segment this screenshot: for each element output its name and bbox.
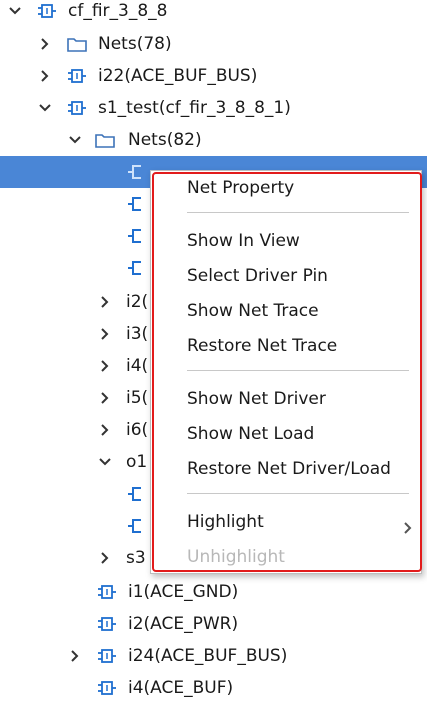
- tree-row-i24[interactable]: i24(ACE_BUF_BUS): [0, 640, 427, 672]
- module-icon: [96, 646, 118, 666]
- tree-label: i24(ACE_BUF_BUS): [128, 646, 288, 666]
- tree-label: i2(: [126, 292, 149, 312]
- net-icon: [126, 516, 148, 536]
- chevron-right-icon[interactable]: [94, 419, 116, 441]
- tree-row-i2-pwr[interactable]: i2(ACE_PWR): [0, 608, 427, 640]
- tree-row-nets-82[interactable]: Nets(82): [0, 124, 427, 156]
- tree-row-s1-test[interactable]: s1_test(cf_fir_3_8_8_1): [0, 92, 427, 124]
- chevron-down-icon[interactable]: [34, 97, 56, 119]
- chevron-down-icon[interactable]: [4, 0, 26, 22]
- menu-separator: [187, 370, 409, 371]
- tree-label: o1: [126, 452, 148, 472]
- tree-label: i1(ACE_GND): [128, 582, 239, 602]
- chevron-down-icon[interactable]: [64, 129, 86, 151]
- chevron-right-icon[interactable]: [94, 547, 116, 569]
- tree-label: cf_fir_3_8_8: [68, 1, 168, 21]
- menu-item-show-net-trace[interactable]: Show Net Trace: [187, 296, 417, 326]
- net-icon: [126, 484, 148, 504]
- module-icon: [96, 614, 118, 634]
- chevron-right-icon[interactable]: [34, 33, 56, 55]
- tree-label: i6(: [126, 420, 149, 440]
- tree-label: i4(ACE_BUF): [128, 678, 234, 698]
- menu-item-restore-net-trace[interactable]: Restore Net Trace: [187, 331, 417, 361]
- tree-label: i5(: [126, 388, 149, 408]
- tree-label: s3: [126, 548, 146, 568]
- module-icon: [96, 678, 118, 698]
- net-icon: [126, 162, 148, 182]
- tree-label: i2(ACE_PWR): [128, 614, 239, 634]
- menu-item-restore-net-driver-load[interactable]: Restore Net Driver/Load: [187, 454, 417, 484]
- chevron-right-icon[interactable]: [94, 387, 116, 409]
- chevron-right-icon[interactable]: [34, 65, 56, 87]
- menu-separator: [187, 493, 409, 494]
- tree-label: i22(ACE_BUF_BUS): [98, 66, 258, 86]
- chevron-down-icon[interactable]: [94, 451, 116, 473]
- tree-row-i4-buf[interactable]: i4(ACE_BUF): [0, 672, 427, 704]
- menu-item-show-net-driver[interactable]: Show Net Driver: [187, 384, 417, 414]
- menu-separator: [187, 212, 409, 213]
- tree-row-nets-78[interactable]: Nets(78): [0, 28, 427, 60]
- module-icon: [66, 98, 88, 118]
- folder-icon: [66, 34, 88, 54]
- net-icon: [126, 226, 148, 246]
- tree-label: i4(: [126, 356, 149, 376]
- net-icon: [126, 258, 148, 278]
- tree-label: i3(: [126, 324, 149, 344]
- context-menu: Net Property Show In View Select Driver …: [150, 170, 422, 574]
- menu-item-label: Highlight: [187, 512, 264, 532]
- net-icon: [126, 194, 148, 214]
- chevron-right-icon[interactable]: [94, 291, 116, 313]
- tree-label: Nets(82): [128, 130, 202, 150]
- menu-item-show-net-load[interactable]: Show Net Load: [187, 419, 417, 449]
- tree-row-cf-fir[interactable]: cf_fir_3_8_8: [0, 0, 427, 27]
- tree-label: s1_test(cf_fir_3_8_8_1): [98, 98, 291, 118]
- module-icon: [96, 582, 118, 602]
- chevron-right-icon[interactable]: [64, 645, 86, 667]
- module-icon: [36, 1, 58, 21]
- chevron-right-icon[interactable]: [94, 323, 116, 345]
- module-icon: [66, 66, 88, 86]
- tree-row-i1-gnd[interactable]: i1(ACE_GND): [0, 576, 427, 608]
- menu-item-show-in-view[interactable]: Show In View: [187, 226, 417, 256]
- folder-icon: [94, 130, 116, 150]
- tree-label: Nets(78): [98, 34, 172, 54]
- tree-row-i22[interactable]: i22(ACE_BUF_BUS): [0, 60, 427, 92]
- menu-item-unhighlight: Unhighlight: [187, 547, 285, 567]
- menu-item-net-property[interactable]: Net Property: [187, 173, 417, 203]
- menu-item-highlight[interactable]: Highlight: [187, 507, 417, 537]
- menu-item-select-driver-pin[interactable]: Select Driver Pin: [187, 261, 417, 291]
- chevron-right-icon: [403, 515, 413, 545]
- chevron-right-icon[interactable]: [94, 355, 116, 377]
